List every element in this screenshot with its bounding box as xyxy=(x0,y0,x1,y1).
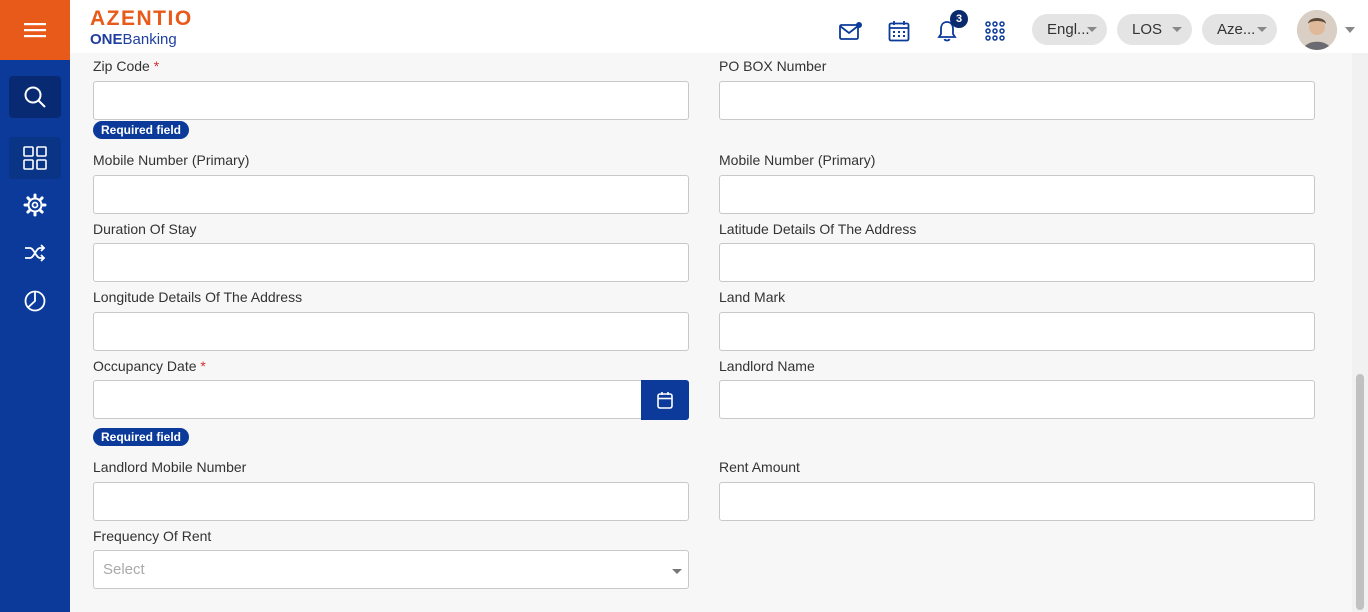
calendar-button[interactable] xyxy=(886,18,912,44)
mobile-primary-input[interactable] xyxy=(93,175,689,214)
notification-count-badge: 3 xyxy=(950,10,968,28)
landlord-mobile-input[interactable] xyxy=(93,482,689,521)
settings-gear-icon xyxy=(23,193,47,217)
entity-dropdown[interactable]: Aze... xyxy=(1202,14,1277,45)
azentio-logo: AZENTIO ONEBanking xyxy=(90,8,193,49)
sidebar-workflow-button[interactable] xyxy=(9,232,61,274)
search-icon xyxy=(24,86,46,108)
sidebar-dashboard-button[interactable] xyxy=(9,137,61,179)
frequency-of-rent-label: Frequency Of Rent xyxy=(93,528,212,544)
top-bar: AZENTIO ONEBanking 3 Engl... LOS Aze... xyxy=(70,0,1368,53)
landlord-name-input[interactable] xyxy=(719,380,1315,419)
language-dropdown[interactable]: Engl... xyxy=(1032,14,1107,45)
occupancy-date-input[interactable] xyxy=(93,380,642,419)
chevron-down-icon xyxy=(1257,27,1267,32)
zip-code-label: Zip Code * xyxy=(93,58,160,74)
mobile-primary-label-2: Mobile Number (Primary) xyxy=(719,152,876,168)
chevron-down-icon xyxy=(1172,27,1182,32)
user-avatar[interactable] xyxy=(1297,10,1337,50)
sidebar-search-button[interactable] xyxy=(9,76,61,118)
scrollbar-thumb[interactable] xyxy=(1356,374,1364,610)
logo-sub-text: ONEBanking xyxy=(90,31,177,48)
messages-button[interactable] xyxy=(838,18,864,44)
occupancy-date-label: Occupancy Date * xyxy=(93,358,206,374)
occupancy-date-picker-button[interactable] xyxy=(641,380,689,420)
language-value: Engl... xyxy=(1047,21,1090,38)
mail-icon xyxy=(839,22,862,40)
sidebar xyxy=(0,0,70,612)
frequency-placeholder: Select xyxy=(103,561,145,578)
logo-main-text: AZENTIO xyxy=(90,7,193,30)
sidebar-reports-button[interactable] xyxy=(9,280,61,322)
occupancy-date-required-badge: Required field xyxy=(93,428,190,446)
rent-amount-input[interactable] xyxy=(719,482,1315,521)
hamburger-icon xyxy=(24,23,46,38)
frequency-of-rent-select[interactable]: Select xyxy=(93,550,689,589)
avatar-image xyxy=(1297,10,1337,50)
landmark-input[interactable] xyxy=(719,312,1315,351)
mobile-primary-input-2[interactable] xyxy=(719,175,1315,214)
duration-of-stay-input[interactable] xyxy=(93,243,689,282)
app-launcher-icon xyxy=(985,21,1005,41)
user-menu-chevron-icon[interactable] xyxy=(1345,27,1355,33)
chevron-down-icon xyxy=(1087,27,1097,32)
pie-chart-icon xyxy=(24,290,46,312)
module-value: LOS xyxy=(1132,21,1163,38)
module-dropdown[interactable]: LOS xyxy=(1117,14,1192,45)
hamburger-menu-button[interactable] xyxy=(0,0,70,60)
entity-value: Aze... xyxy=(1217,21,1256,38)
sidebar-settings-button[interactable] xyxy=(9,184,61,226)
landmark-label: Land Mark xyxy=(719,289,786,305)
zip-code-required-badge: Required field xyxy=(93,121,190,139)
rent-amount-label: Rent Amount xyxy=(719,459,800,475)
zip-code-input[interactable] xyxy=(93,81,689,120)
apps-launcher-button[interactable] xyxy=(982,18,1008,44)
latitude-label: Latitude Details Of The Address xyxy=(719,221,917,237)
landlord-mobile-label: Landlord Mobile Number xyxy=(93,459,247,475)
latitude-input[interactable] xyxy=(719,243,1315,282)
mobile-primary-label: Mobile Number (Primary) xyxy=(93,152,250,168)
apps-grid-icon xyxy=(23,146,47,170)
calendar-icon xyxy=(657,392,673,409)
address-form: Zip Code * PO BOX Number Required field … xyxy=(70,53,1368,612)
chevron-down-icon xyxy=(672,569,682,574)
notifications-button[interactable]: 3 xyxy=(934,10,968,44)
calendar-icon xyxy=(888,21,910,42)
po-box-label: PO BOX Number xyxy=(719,58,827,74)
po-box-input[interactable] xyxy=(719,81,1315,120)
landlord-name-label: Landlord Name xyxy=(719,358,815,374)
longitude-input[interactable] xyxy=(93,312,689,351)
vertical-scrollbar[interactable] xyxy=(1352,53,1368,612)
shuffle-icon xyxy=(25,244,46,262)
longitude-label: Longitude Details Of The Address xyxy=(93,289,303,305)
duration-of-stay-label: Duration Of Stay xyxy=(93,221,197,237)
